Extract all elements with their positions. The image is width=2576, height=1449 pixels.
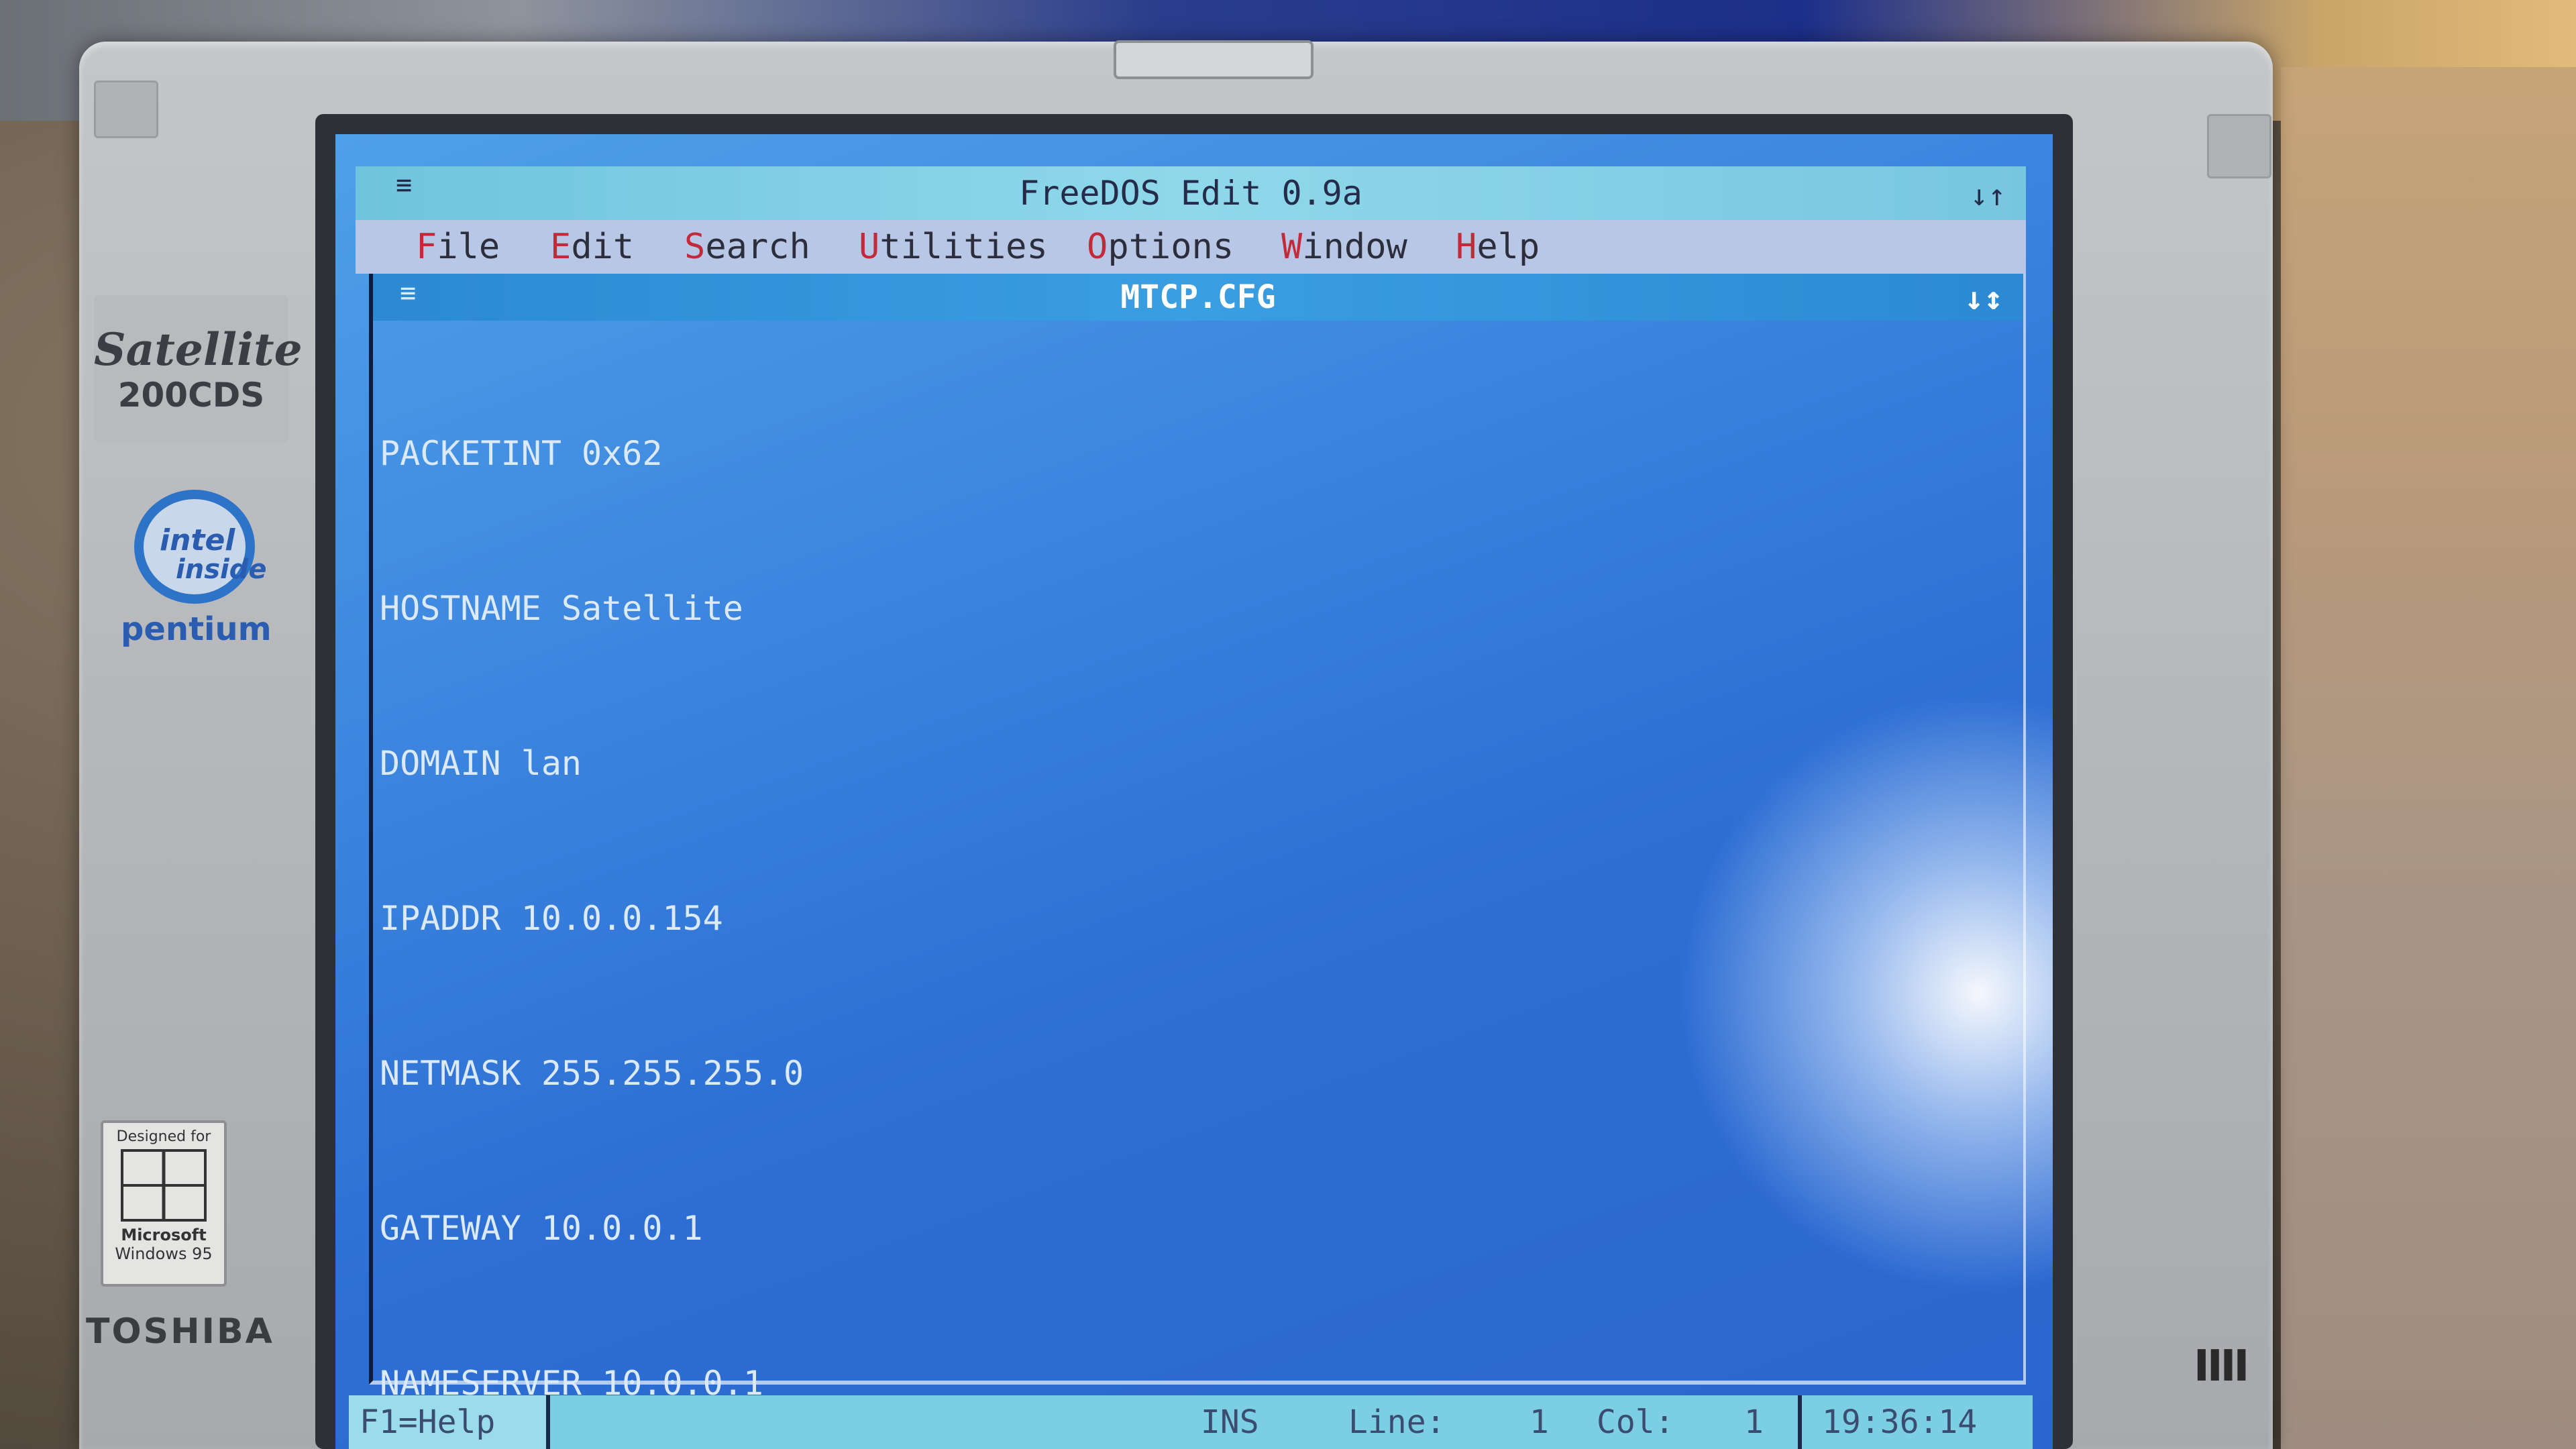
app-title: FreeDOS Edit 0.9a [1019,174,1362,213]
editor-line: IPADDR 10.0.0.154 [380,899,723,938]
menu-options-hotkey: O [1087,227,1108,267]
menu-window[interactable]: Window [1281,220,1407,274]
menu-window-hotkey: W [1281,227,1303,267]
menu-edit[interactable]: Edit [550,220,634,274]
satellite-model: 200CDS [117,376,265,415]
editor-text-area[interactable]: PACKETINT 0x62 HOSTNAME Satellite DOMAIN… [380,325,2010,1403]
menu-edit-label: dit [571,227,635,267]
bezel-corner-tab-left [94,80,158,138]
satellite-badge: Satellite 200CDS [94,295,303,443]
menu-edit-hotkey: E [550,227,572,267]
lcd-screen: ≡ FreeDOS Edit 0.9a ↓↑ File Edit Search … [335,134,2053,1449]
menu-utilities[interactable]: Utilities [859,220,1048,274]
photo-background-right [2281,67,2576,1449]
status-bar: F1=Help INS Line: 1 Col: 1 19:36:14 [349,1395,2033,1449]
document-window: ≡ MTCP.CFG ↓↕ PACKETINT 0x62 HOSTNAME Sa… [369,274,2026,1403]
menu-options-label: ptions [1108,227,1234,267]
menu-bar: File Edit Search Utilities Options Windo… [356,220,2026,274]
document-resize-icon[interactable]: ↓↕ [1964,275,2003,322]
bezel-corner-tab-right [2207,114,2271,178]
intel-ring-icon: intel inside [134,490,266,604]
document-title-bar: ≡ MTCP.CFG ↓↕ [373,274,2023,321]
editor-line: DOMAIN lan [380,744,582,783]
menu-file-hotkey: F [416,227,437,267]
menu-help-label: elp [1477,227,1540,267]
menu-file[interactable]: File [416,220,500,274]
intel-inside-logo: intel inside pentium [121,490,272,664]
menu-help-hotkey: H [1456,227,1477,267]
insert-mode-indicator: INS [1201,1403,1259,1441]
editor-line: HOSTNAME Satellite [380,589,743,628]
screen-latch [1114,40,1313,79]
intel-word: intel [160,523,235,557]
help-hint-button[interactable]: F1=Help [349,1395,550,1449]
editor-line: PACKETINT 0x62 [380,434,663,473]
speaker-grille-icon: IIII [2194,1342,2249,1391]
pentium-label: pentium [121,610,272,648]
menu-utilities-hotkey: U [859,227,880,267]
menu-search[interactable]: Search [684,220,810,274]
clock: 19:36:14 [1798,1395,1977,1449]
column-label: Col: [1597,1403,1674,1441]
menu-utilities-label: tilities [879,227,1048,267]
inside-word: inside [176,554,267,585]
app-title-bar: ≡ FreeDOS Edit 0.9a ↓↑ [356,166,2026,220]
editor-line: GATEWAY 10.0.0.1 [380,1209,703,1248]
menu-file-label: ile [437,227,500,267]
menu-window-label: indow [1302,227,1407,267]
document-filename: MTCP.CFG [1120,278,1276,316]
line-label: Line: [1348,1403,1446,1441]
column-number: 1 [1744,1403,1764,1441]
menu-search-hotkey: S [684,227,706,267]
satellite-brand: Satellite [94,323,303,376]
maximize-icon[interactable]: ↓↑ [1970,169,2006,223]
win95-microsoft-text: Microsoft [121,1226,207,1244]
menu-help[interactable]: Help [1456,220,1540,274]
editor-line: NETMASK 255.255.255.0 [380,1054,804,1093]
line-number: 1 [1529,1403,1549,1441]
win95-designed-text: Designed for [116,1128,211,1145]
windows95-sticker: Designed for Microsoft Windows 95 [101,1120,227,1287]
windows-flag-icon [121,1149,207,1222]
menu-options[interactable]: Options [1087,220,1234,274]
win95-windows-text: Windows 95 [115,1244,213,1263]
toshiba-logo: TOSHIBA [86,1311,274,1352]
menu-search-label: earch [705,227,810,267]
